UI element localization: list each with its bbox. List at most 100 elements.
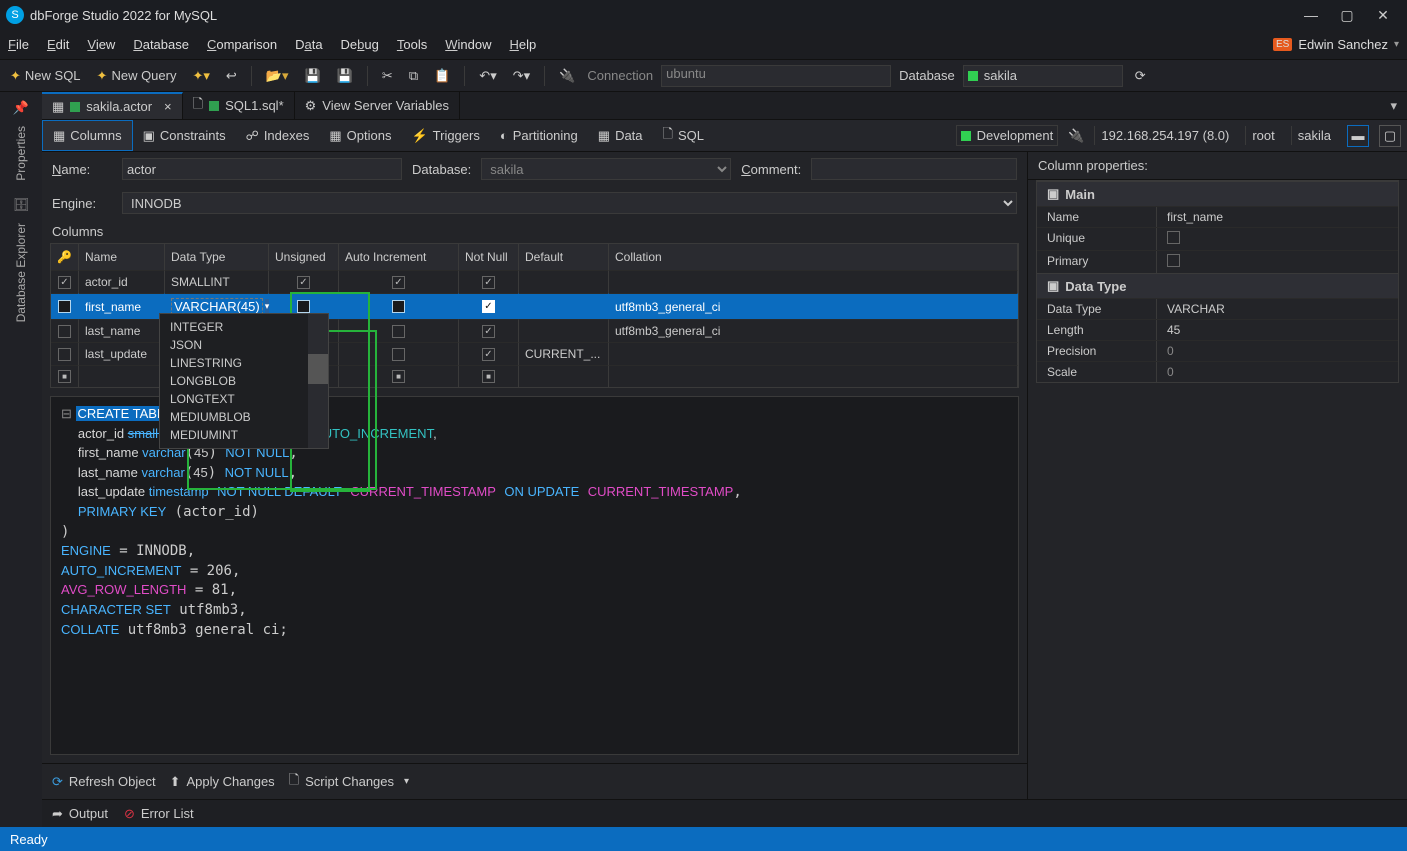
refresh-db-button[interactable]: ⟳ [1131,66,1150,86]
tab-sql[interactable]: 🗋SQL [653,120,714,151]
cell-collation[interactable] [609,270,1018,293]
cell-collation[interactable] [609,342,1018,365]
pk-checkbox[interactable] [58,370,71,383]
unsigned-checkbox[interactable] [297,300,310,313]
dropdown-item[interactable]: INTEGER [160,318,328,336]
side-tab-db-explorer[interactable]: Database Explorer [12,217,30,328]
notnull-checkbox[interactable] [482,348,495,361]
dropdown-item[interactable]: JSON [160,336,328,354]
cell-name[interactable]: actor_id [79,270,165,293]
user-menu-chevron-icon[interactable]: ▾ [1394,39,1399,50]
autoinc-checkbox[interactable] [392,370,405,383]
autoinc-header[interactable]: Auto Increment [339,244,459,270]
pk-checkbox[interactable] [58,300,71,313]
new-sql-button[interactable]: ✦New SQL [6,66,85,86]
output-tab[interactable]: ➦Output [52,806,108,822]
cell-default[interactable] [519,293,609,319]
notnull-checkbox[interactable] [482,276,495,289]
cell-name[interactable]: last_update [79,342,165,365]
maximize-button[interactable]: ▢ [1329,1,1365,29]
dropdown-item[interactable]: MEDIUMINT [160,426,328,444]
tab-constraints[interactable]: ▣Constraints [133,120,236,151]
menu-edit[interactable]: Edit [47,37,69,52]
menu-tools[interactable]: Tools [397,37,427,52]
cell-default[interactable]: CURRENT_... [519,342,609,365]
copy-button[interactable]: ⧉ [405,66,422,86]
database-combo[interactable]: sakila [963,65,1123,87]
tab-triggers[interactable]: ⚡Triggers [401,120,489,151]
cut-button[interactable]: ✂ [378,66,397,86]
autoinc-checkbox[interactable] [392,348,405,361]
pk-checkbox[interactable] [58,325,71,338]
menu-view[interactable]: View [87,37,115,52]
doctab-server-vars[interactable]: ⚙ View Server Variables [295,92,460,119]
layout-btn-1[interactable]: ▬ [1347,125,1369,147]
save-all-button[interactable]: 💾 [333,66,357,86]
autoinc-checkbox[interactable] [392,300,405,313]
autoinc-checkbox[interactable] [392,276,405,289]
primary-checkbox[interactable] [1167,254,1180,267]
sql-preview[interactable]: ⊟ CREATE TABLE actor_id smallint UNSIGNE… [50,396,1019,755]
new-object-button[interactable]: ✦▾ [188,66,213,86]
menu-debug[interactable]: Debug [341,37,379,52]
minimize-button[interactable]: — [1293,1,1329,29]
menu-database[interactable]: Database [133,37,189,52]
notnull-checkbox[interactable] [482,325,495,338]
db-explorer-icon[interactable]: 🗄 [13,197,30,213]
refresh-object-button[interactable]: ⟳Refresh Object [52,774,156,790]
collation-header[interactable]: Collation [609,244,1018,270]
open-button[interactable]: 📂▾ [262,66,293,86]
props-group-main[interactable]: ▣Main [1037,181,1398,206]
menu-file[interactable]: File [8,37,29,52]
props-group-datatype[interactable]: ▣Data Type [1037,273,1398,298]
key-column-header[interactable]: 🔑 [51,244,79,270]
environment-indicator[interactable]: Development [956,125,1059,146]
tab-data[interactable]: ▦Data [588,120,653,151]
new-query-button[interactable]: ✦New Query [93,66,181,86]
paste-button[interactable]: 📋 [430,66,454,86]
comment-input[interactable] [811,158,1017,180]
grid-row-selected[interactable]: first_name VARCHAR(45)▾ INTEGER JSON LIN… [51,293,1018,319]
notnull-header[interactable]: Not Null [459,244,519,270]
unique-checkbox[interactable] [1167,231,1180,244]
default-header[interactable]: Default [519,244,609,270]
menu-data[interactable]: Data [295,37,322,52]
doctab-sql1[interactable]: 🗋 SQL1.sql* [183,92,295,119]
cell-name[interactable]: last_name [79,319,165,342]
user-name[interactable]: Edwin Sanchez [1298,37,1388,52]
dropdown-item[interactable]: LONGTEXT [160,390,328,408]
cell-datatype[interactable]: SMALLINT [165,270,269,293]
db-select[interactable]: sakila [481,158,731,180]
tab-partitioning[interactable]: ◐Partitioning [490,120,588,151]
close-tab-icon[interactable]: × [164,99,172,114]
grid-row[interactable]: actor_id SMALLINT [51,270,1018,293]
cell-name[interactable]: first_name [79,293,165,319]
redo-button[interactable]: ↷▾ [509,66,534,86]
menu-help[interactable]: Help [509,37,536,52]
menu-comparison[interactable]: Comparison [207,37,277,52]
cell-collation[interactable]: utf8mb3_general_ci [609,319,1018,342]
notnull-checkbox[interactable] [482,370,495,383]
pin-icon[interactable]: 📌 [13,100,29,116]
pk-checkbox[interactable] [58,348,71,361]
history-button[interactable]: ↩ [222,66,241,86]
undo-button[interactable]: ↶▾ [475,66,500,86]
save-button[interactable]: 💾 [301,66,325,86]
collapse-icon[interactable]: ▣ [1047,278,1059,294]
tab-dropdown-button[interactable]: ▾ [1380,92,1407,119]
notnull-checkbox[interactable] [482,300,495,313]
datatype-dropdown[interactable]: INTEGER JSON LINESTRING LONGBLOB LONGTEX… [159,313,329,449]
cell-datatype-editing[interactable]: VARCHAR(45)▾ INTEGER JSON LINESTRING LON… [165,293,269,319]
scrollbar-thumb[interactable] [308,354,328,384]
unsigned-checkbox[interactable] [297,276,310,289]
pk-checkbox[interactable] [58,276,71,289]
table-name-input[interactable] [122,158,402,180]
doctab-sakila-actor[interactable]: ▦ sakila.actor × [42,92,183,119]
dropdown-item[interactable]: MEDIUMBLOB [160,408,328,426]
side-tab-properties[interactable]: Properties [12,120,30,187]
close-button[interactable]: ✕ [1365,1,1401,29]
menu-window[interactable]: Window [445,37,491,52]
tab-options[interactable]: ▦Options [319,120,401,151]
cell-collation[interactable]: utf8mb3_general_ci [609,293,1018,319]
dropdown-item[interactable]: LINESTRING [160,354,328,372]
